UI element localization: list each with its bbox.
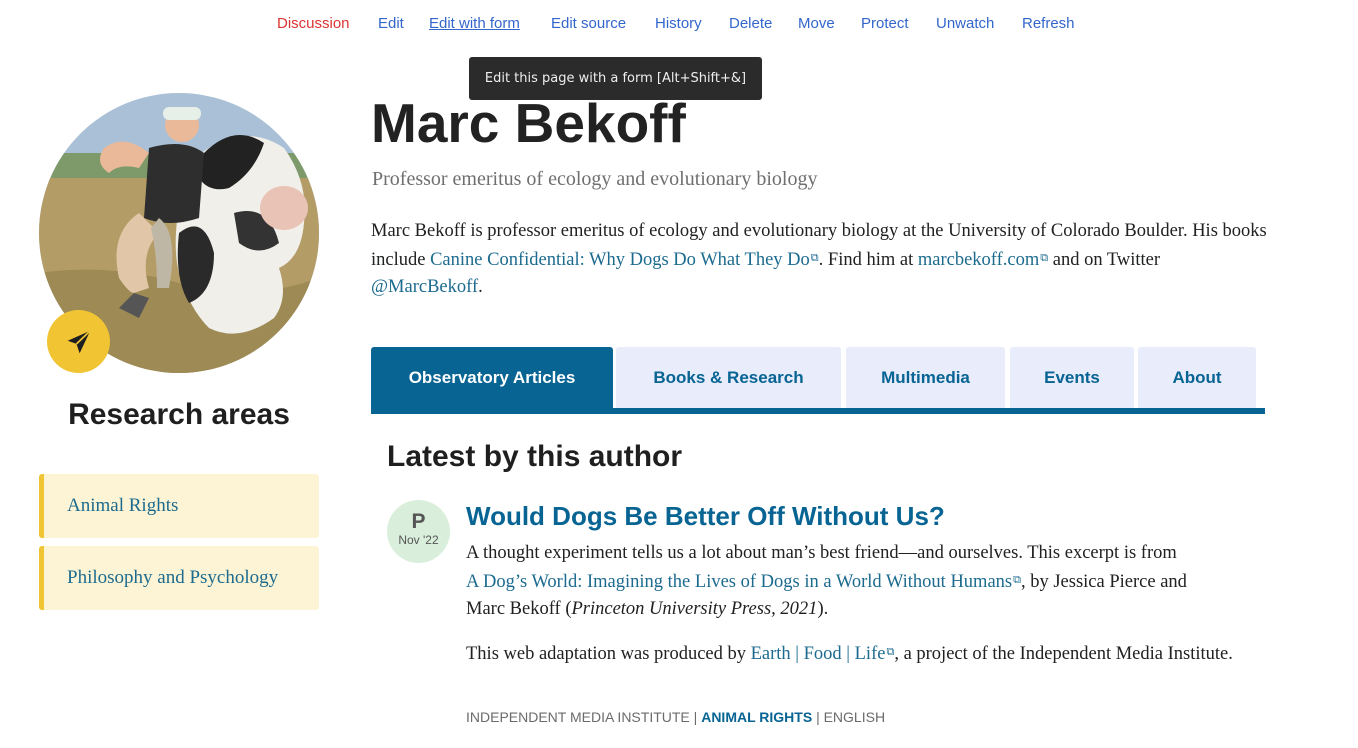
author-subtitle: Professor emeritus of ecology and evolut… [372, 168, 818, 190]
meta-source: INDEPENDENT MEDIA INSTITUTE [466, 709, 690, 725]
meta-tag-animal-rights[interactable]: ANIMAL RIGHTS [701, 709, 812, 725]
action-delete[interactable]: Delete [729, 15, 772, 32]
link-earth-food-life[interactable]: Earth | Food | Life⧉ [751, 644, 895, 664]
research-area-philosophy-psychology[interactable]: Philosophy and Psychology [39, 546, 319, 610]
article-date-badge: P Nov '22 [387, 500, 450, 563]
research-area-animal-rights[interactable]: Animal Rights [39, 474, 319, 538]
external-link-icon: ⧉ [810, 252, 819, 264]
link-dogs-world[interactable]: A Dog’s World: Imagining the Lives of Do… [466, 572, 1021, 592]
tab-about[interactable]: About [1138, 347, 1256, 408]
action-edit-with-form[interactable]: Edit with form [429, 15, 520, 32]
action-discussion[interactable]: Discussion [277, 15, 350, 32]
author-name: Marc Bekoff [371, 92, 686, 154]
external-link-icon: ⧉ [1040, 252, 1049, 264]
action-history[interactable]: History [655, 15, 702, 32]
author-bio: Marc Bekoff is professor emeritus of eco… [371, 218, 1271, 301]
page-actions-bar: Discussion Edit Edit with form Edit sour… [0, 15, 1358, 35]
author-tabs: Observatory Articles Books & Research Mu… [371, 347, 1265, 414]
action-refresh[interactable]: Refresh [1022, 15, 1075, 32]
publisher-citation: Princeton University Press, 2021 [571, 599, 818, 619]
bio-text: and on Twitter [1048, 250, 1161, 270]
action-edit-source[interactable]: Edit source [551, 15, 626, 32]
tab-events[interactable]: Events [1010, 347, 1134, 408]
meta-language: ENGLISH [823, 709, 886, 725]
article-type-letter: P [411, 510, 426, 533]
bio-text: . Find him at [818, 250, 918, 270]
link-website[interactable]: marcbekoff.com⧉ [918, 250, 1048, 270]
article-meta: INDEPENDENT MEDIA INSTITUTE | ANIMAL RIG… [466, 709, 886, 725]
link-book[interactable]: Canine Confidential: Why Dogs Do What Th… [430, 250, 819, 270]
action-protect[interactable]: Protect [861, 15, 909, 32]
tab-multimedia[interactable]: Multimedia [846, 347, 1005, 408]
paper-plane-icon [67, 329, 91, 353]
link-twitter[interactable]: @MarcBekoff [371, 277, 478, 297]
action-unwatch[interactable]: Unwatch [936, 15, 994, 32]
research-areas-heading: Research areas [68, 398, 290, 431]
action-edit[interactable]: Edit [378, 15, 404, 32]
article-date: Nov '22 [398, 533, 439, 547]
research-areas-list: Animal Rights Philosophy and Psychology [39, 474, 319, 618]
tab-observatory-articles[interactable]: Observatory Articles [371, 347, 613, 408]
bio-text: . [478, 277, 483, 297]
article-summary: A thought experiment tells us a lot abou… [466, 540, 1266, 684]
article-paragraph: A thought experiment tells us a lot abou… [466, 543, 1187, 619]
article-title-link[interactable]: Would Dogs Be Better Off Without Us? [466, 501, 945, 532]
external-link-icon: ⧉ [1013, 574, 1021, 586]
paper-plane-badge[interactable] [47, 310, 110, 373]
tab-books-research[interactable]: Books & Research [616, 347, 841, 408]
latest-heading: Latest by this author [387, 440, 683, 473]
article-paragraph: This web adaptation was produced by Eart… [466, 644, 1233, 664]
action-move[interactable]: Move [798, 15, 835, 32]
